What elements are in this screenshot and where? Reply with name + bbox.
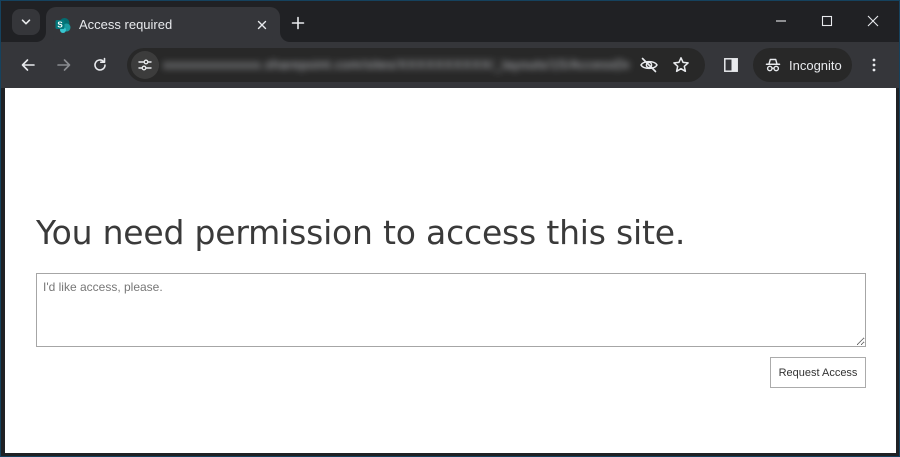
address-bar[interactable]: xxxxxxxxxxxxxx.sharepoint.com/sites/XXXX…: [127, 48, 705, 82]
arrow-left-icon: [21, 59, 35, 71]
menu-button[interactable]: [860, 51, 888, 79]
side-panel-button[interactable]: [717, 51, 745, 79]
close-icon: [867, 15, 879, 27]
star-icon: [673, 57, 689, 73]
browser-toolbar: xxxxxxxxxxxxxx.sharepoint.com/sites/XXXX…: [1, 42, 899, 88]
back-button[interactable]: [14, 51, 42, 79]
close-window-button[interactable]: [855, 7, 891, 35]
tab-close-button[interactable]: [252, 15, 272, 35]
url-text: xxxxxxxxxxxxxx.sharepoint.com/sites/XXXX…: [163, 57, 629, 72]
tab-strip: S Access required: [1, 1, 899, 42]
more-vertical-icon: [872, 58, 876, 72]
incognito-icon: [765, 57, 781, 73]
minimize-icon: [776, 20, 786, 22]
svg-text:S: S: [57, 20, 63, 29]
side-panel-icon: [724, 58, 738, 72]
site-info-button[interactable]: [131, 51, 159, 79]
forward-button[interactable]: [50, 51, 78, 79]
close-icon: [257, 20, 267, 29]
chevron-down-icon: [21, 19, 31, 25]
reload-icon: [94, 57, 106, 71]
reload-button[interactable]: [86, 51, 114, 79]
access-request-message-input[interactable]: [36, 273, 866, 347]
tab-access-required[interactable]: S Access required: [46, 7, 280, 42]
plus-icon: [291, 16, 305, 30]
page-title: You need permission to access this site.: [36, 213, 686, 252]
sharepoint-icon: S: [55, 17, 71, 33]
browser-window: S Access required xxxxxxxxxxxxxx.sharepo…: [0, 0, 900, 457]
maximize-button[interactable]: [809, 7, 845, 35]
arrow-right-icon: [57, 59, 71, 71]
tune-icon: [138, 59, 152, 71]
eye-off-icon: [640, 57, 658, 73]
page-content: You need permission to access this site.…: [5, 88, 896, 453]
new-tab-button[interactable]: [286, 11, 310, 35]
incognito-badge[interactable]: Incognito: [753, 48, 852, 82]
incognito-label: Incognito: [789, 57, 842, 73]
bookmark-button[interactable]: [669, 53, 693, 77]
maximize-icon: [821, 15, 833, 27]
tracking-protection-button[interactable]: [637, 53, 661, 77]
minimize-button[interactable]: [763, 7, 799, 35]
request-access-button[interactable]: Request Access: [770, 357, 866, 388]
tab-title: Access required: [79, 17, 173, 32]
